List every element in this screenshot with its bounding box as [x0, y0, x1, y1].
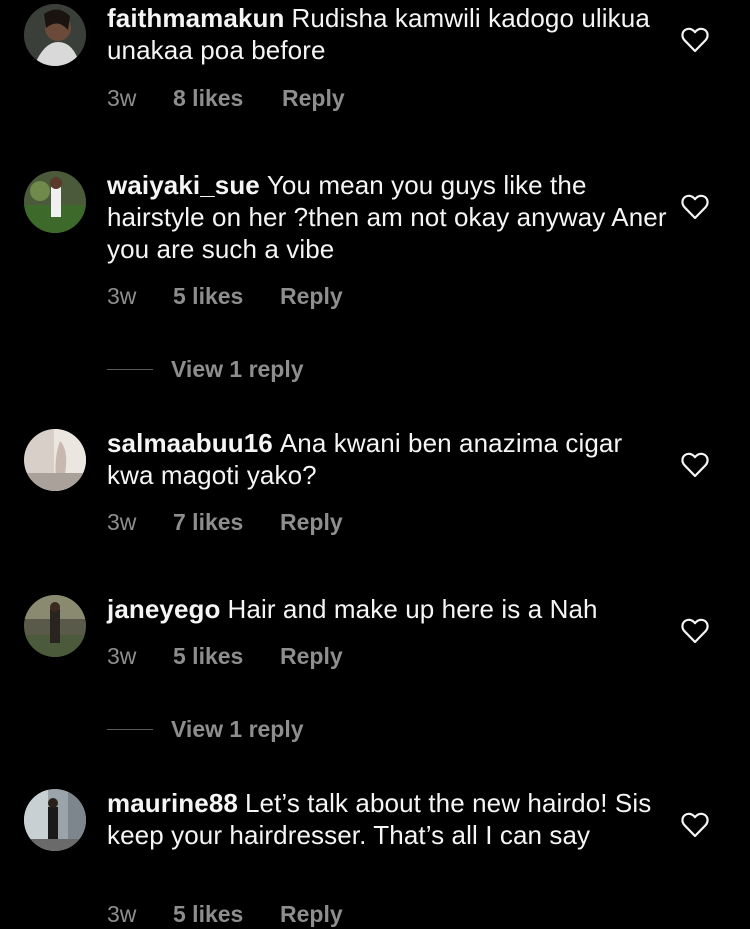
comment-username[interactable]: waiyaki_sue	[107, 170, 260, 200]
avatar[interactable]	[24, 171, 86, 233]
comment-username[interactable]: salmaabuu16	[107, 428, 273, 458]
likes-count[interactable]: 5 likes	[173, 281, 243, 311]
comment-age: 3w	[107, 283, 137, 309]
view-replies-button[interactable]: View 1 reply	[107, 714, 407, 744]
reply-button[interactable]: Reply	[280, 507, 343, 537]
avatar[interactable]	[24, 789, 86, 851]
comment-username[interactable]: faithmamakun	[107, 3, 284, 33]
comment-age: 3w	[107, 901, 137, 927]
reply-button[interactable]: Reply	[282, 83, 345, 113]
reply-button[interactable]: Reply	[280, 899, 343, 929]
likes-count[interactable]: 5 likes	[173, 899, 243, 929]
likes-count[interactable]: 8 likes	[173, 83, 243, 113]
view-replies-label: View 1 reply	[171, 716, 304, 742]
comment-username[interactable]: janeyego	[107, 594, 221, 624]
heart-outline-icon[interactable]	[681, 452, 709, 478]
comment-age: 3w	[107, 85, 137, 111]
reply-button[interactable]: Reply	[280, 641, 343, 671]
comment-age: 3w	[107, 643, 137, 669]
comment-username[interactable]: maurine88	[107, 788, 238, 818]
heart-outline-icon[interactable]	[681, 27, 709, 53]
divider	[107, 729, 153, 730]
comment-text: salmaabuu16 Ana kwani ben anazima cigar k…	[107, 427, 667, 491]
view-replies-button[interactable]: View 1 reply	[107, 354, 407, 384]
comment-body: Hair and make up here is a Nah	[227, 594, 598, 624]
comment-text: faithmamakun Rudisha kamwili kadogo uliku…	[107, 2, 667, 66]
likes-count[interactable]: 7 likes	[173, 507, 243, 537]
view-replies-label: View 1 reply	[171, 356, 304, 382]
comment-age: 3w	[107, 509, 137, 535]
divider	[107, 369, 153, 370]
heart-outline-icon[interactable]	[681, 618, 709, 644]
avatar[interactable]	[24, 4, 86, 66]
comment-text: waiyaki_sue You mean you guys like the ha…	[107, 169, 667, 265]
avatar[interactable]	[24, 429, 86, 491]
heart-outline-icon[interactable]	[681, 812, 709, 838]
avatar[interactable]	[24, 595, 86, 657]
reply-button[interactable]: Reply	[280, 281, 343, 311]
likes-count[interactable]: 5 likes	[173, 641, 243, 671]
heart-outline-icon[interactable]	[681, 194, 709, 220]
comment-text: maurine88 Let’s talk about the new hairdo…	[107, 787, 667, 851]
comment-text: janeyego Hair and make up here is a Nah	[107, 593, 667, 625]
